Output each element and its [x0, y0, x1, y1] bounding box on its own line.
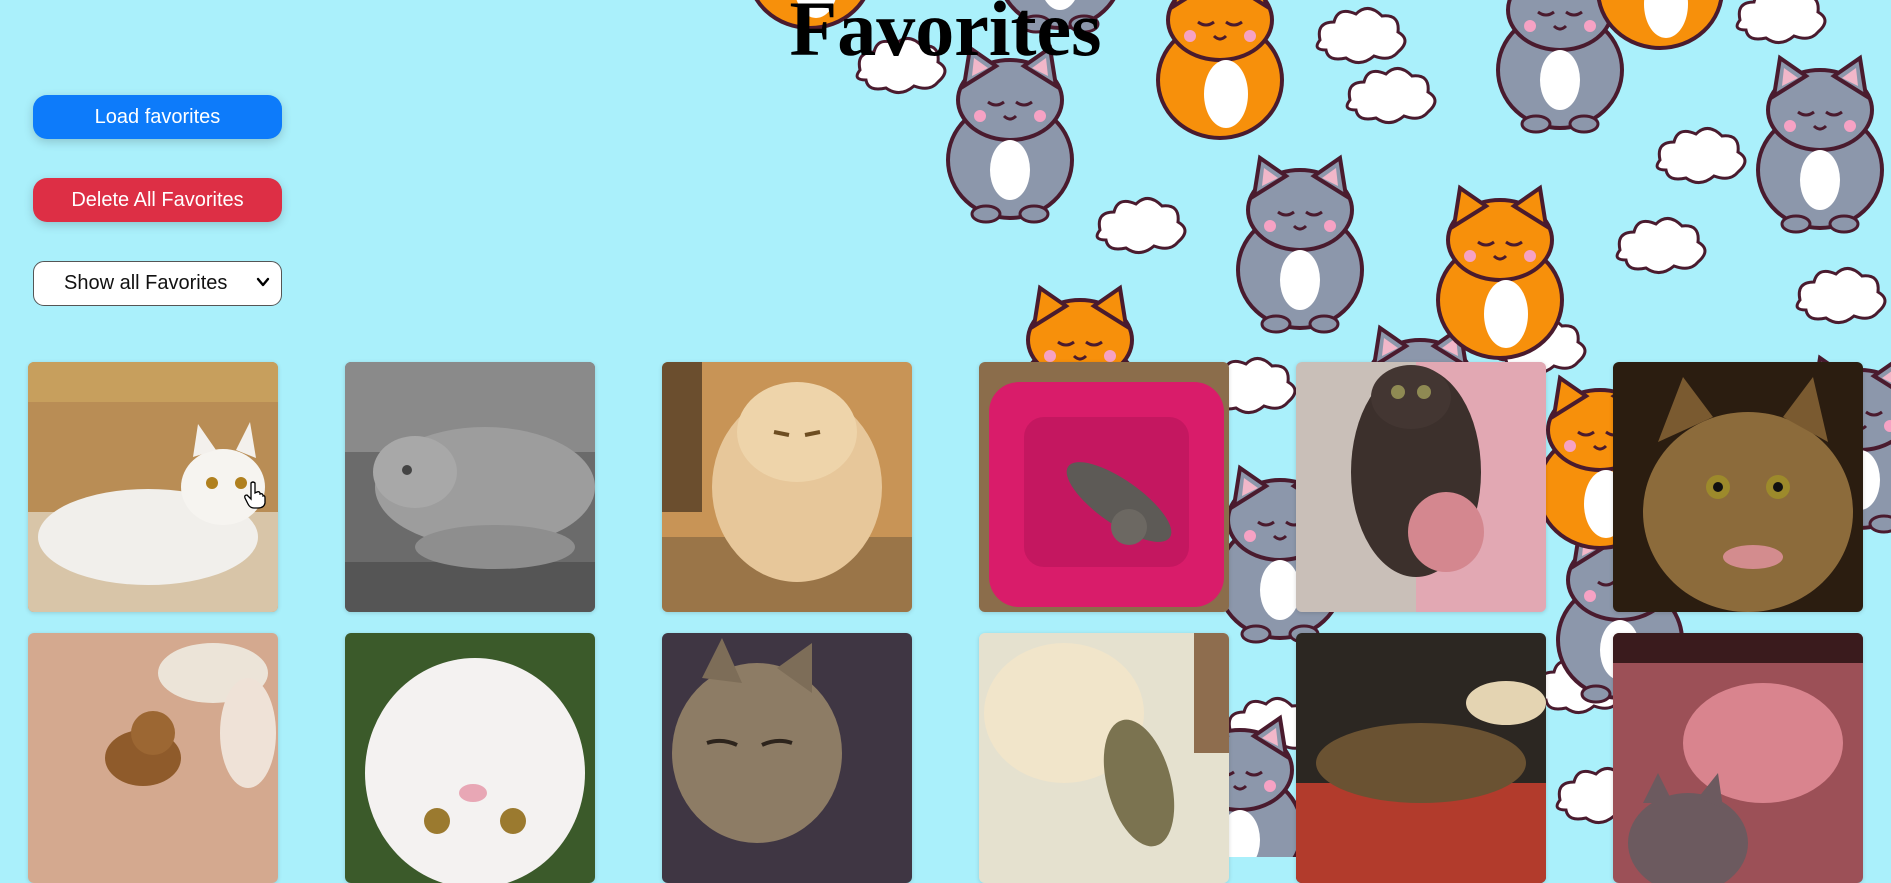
- favorite-image-9[interactable]: [662, 633, 912, 883]
- favorite-image-2[interactable]: [345, 362, 595, 612]
- favorite-image-8[interactable]: [345, 633, 595, 883]
- favorite-image-10[interactable]: [979, 633, 1229, 883]
- favorite-image-7[interactable]: [28, 633, 278, 883]
- favorite-image-6[interactable]: [1613, 362, 1863, 612]
- favorite-image-4[interactable]: [979, 362, 1229, 612]
- page-title: Favorites: [789, 0, 1102, 72]
- favorite-image-12[interactable]: [1613, 633, 1863, 883]
- favorites-filter-value: Show all Favorites: [33, 261, 282, 306]
- load-favorites-button[interactable]: Load favorites: [33, 95, 282, 139]
- favorite-image-3[interactable]: [662, 362, 912, 612]
- hand-pointer-cursor-icon: [244, 481, 266, 509]
- controls-panel: Load favorites Delete All Favorites Show…: [33, 95, 282, 306]
- favorites-filter-select[interactable]: Show all Favorites: [33, 261, 282, 306]
- favorite-image-11[interactable]: [1296, 633, 1546, 883]
- favorite-image-1[interactable]: [28, 362, 278, 612]
- favorite-image-5[interactable]: [1296, 362, 1546, 612]
- cat-pattern-background: [746, 0, 1891, 857]
- chevron-down-icon: [256, 277, 270, 287]
- delete-all-favorites-button[interactable]: Delete All Favorites: [33, 178, 282, 222]
